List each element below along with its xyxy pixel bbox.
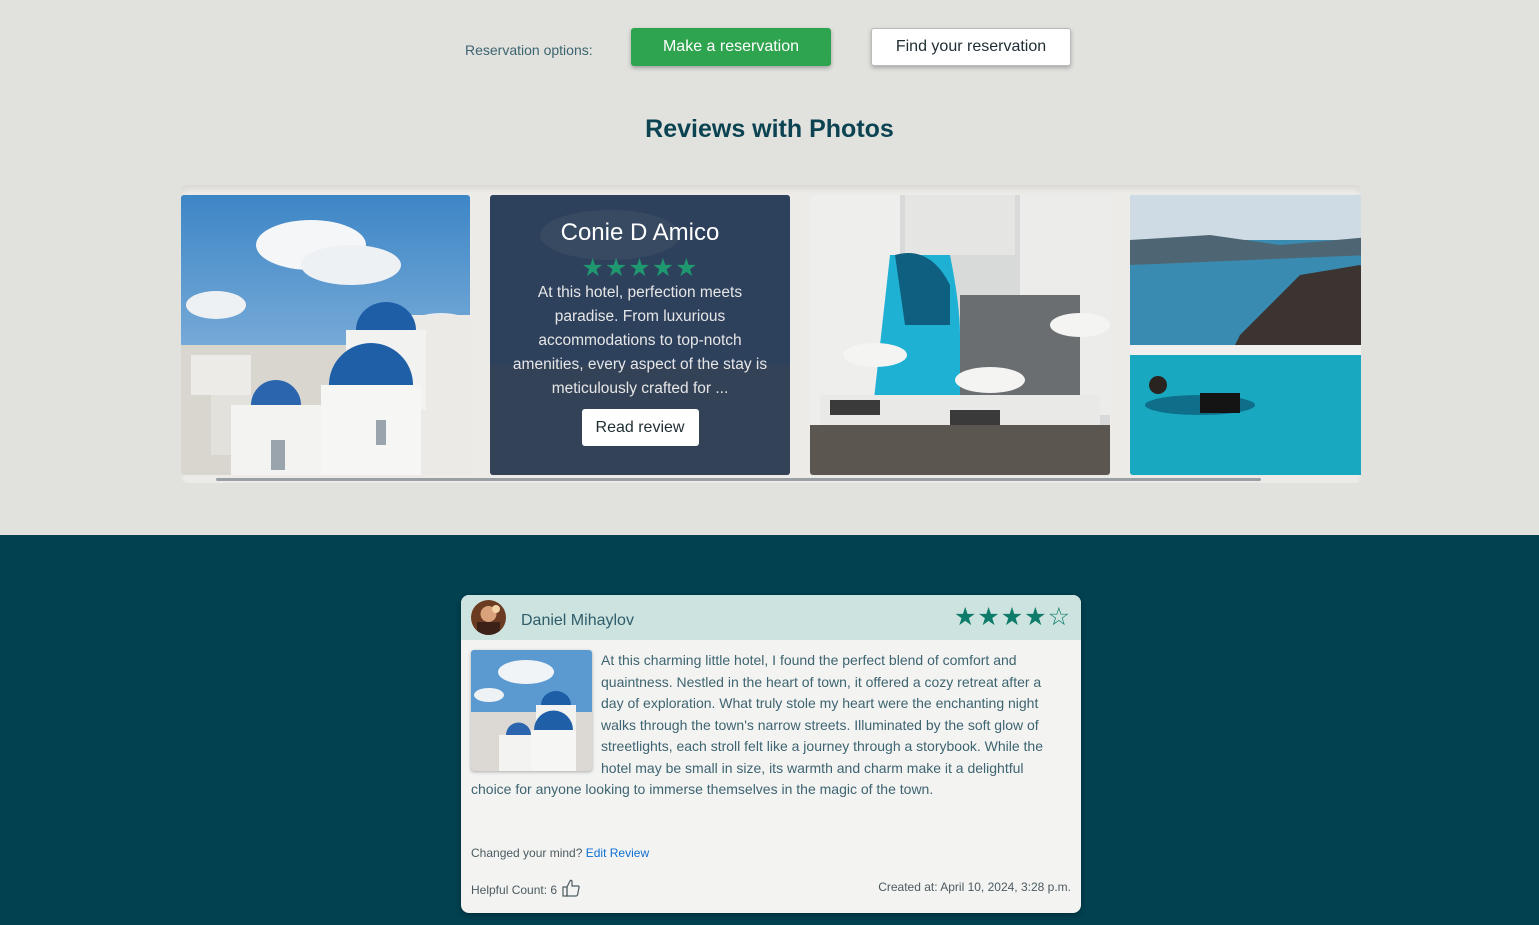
featured-reviewer-name: Conie D Amico bbox=[560, 219, 720, 246]
carousel-scrollbar[interactable] bbox=[216, 478, 1261, 481]
rating-stars: ★★★★☆ bbox=[953, 603, 1071, 631]
helpful-count-label: Helpful Count: 6 bbox=[471, 882, 558, 897]
edit-review-link[interactable]: Edit Review bbox=[586, 846, 649, 860]
featured-rating-stars: ★★★★★ bbox=[581, 254, 699, 282]
review-body: At this charming little hotel, I found t… bbox=[471, 650, 1064, 801]
reviewer-name: Daniel Mihaylov bbox=[521, 612, 634, 629]
reservation-options-label: Reservation options: bbox=[465, 42, 593, 58]
photo-pool-terrace[interactable] bbox=[810, 195, 1110, 475]
featured-review-excerpt: At this hotel, perfection meets paradise… bbox=[512, 284, 768, 397]
thumbs-up-icon[interactable] bbox=[561, 878, 581, 901]
make-reservation-button[interactable]: Make a reservation bbox=[631, 28, 831, 66]
changed-mind-label: Changed your mind? bbox=[471, 846, 583, 860]
review-card: Daniel Mihaylov ★★★★☆ At this charming l… bbox=[461, 595, 1081, 913]
avatar bbox=[471, 600, 506, 635]
read-review-button[interactable]: Read review bbox=[581, 409, 699, 446]
created-at: Created at: April 10, 2024, 3:28 p.m. bbox=[878, 880, 1071, 894]
section-title: Reviews with Photos bbox=[645, 115, 894, 143]
review-photo-thumbnail[interactable] bbox=[471, 650, 592, 771]
photo-carousel[interactable]: Conie D Amico ★★★★★ At this hotel, perfe… bbox=[181, 185, 1361, 483]
reviews-section: Daniel Mihaylov ★★★★☆ At this charming l… bbox=[0, 535, 1539, 925]
photo-blue-domes[interactable] bbox=[181, 195, 470, 475]
review-card-header: Daniel Mihaylov ★★★★☆ bbox=[461, 595, 1081, 640]
reservation-and-photos-section: Reservation options: Make a reservation … bbox=[0, 0, 1539, 535]
changed-mind-row: Changed your mind? Edit Review bbox=[471, 846, 649, 860]
featured-review-tile: Conie D Amico ★★★★★ At this hotel, perfe… bbox=[490, 195, 790, 475]
featured-review-overlay: Conie D Amico ★★★★★ At this hotel, perfe… bbox=[490, 195, 790, 475]
photo-infinity-pool[interactable] bbox=[1130, 195, 1361, 475]
helpful-count-row: Helpful Count: 6 bbox=[471, 878, 581, 901]
find-reservation-button[interactable]: Find your reservation bbox=[871, 28, 1071, 66]
